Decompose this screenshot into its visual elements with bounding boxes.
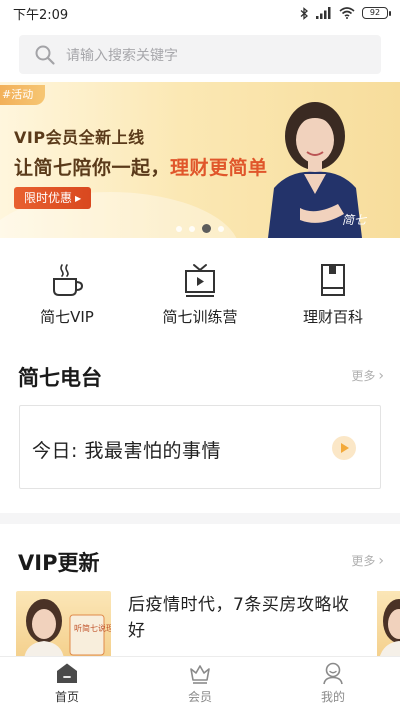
banner-tag: #活动 [0,85,46,105]
battery-icon: 92 [362,7,391,19]
carousel-indicator[interactable] [176,224,224,233]
coffee-cup-icon [53,264,84,296]
vip-article-thumbnail-next[interactable] [377,591,400,659]
category-label: 简七训练营 [162,308,238,326]
limited-offer-label: 限时优惠 [24,191,73,205]
radio-episode-card[interactable]: 今日: 我最害怕的事情 [19,405,381,489]
section-divider [0,513,400,524]
radio-more-link[interactable]: 更多 › [351,367,384,384]
category-label: 简七VIP [40,308,94,326]
crown-icon [190,665,210,684]
book-icon [321,264,345,296]
host-portrait-image: 简七 [268,102,368,238]
nav-home[interactable]: 首页 [27,661,107,705]
signal-icon [316,7,331,19]
banner-headline: VIP会员全新上线 [14,128,145,147]
more-label: 更多 [351,369,376,383]
category-vip[interactable]: 简七VIP [7,262,127,327]
category-label: 理财百科 [302,308,363,326]
home-icon [57,663,77,683]
search-placeholder: 请输入搜索关键字 [66,47,178,64]
bluetooth-icon [300,6,308,20]
search-input[interactable]: 请输入搜索关键字 [19,35,381,74]
vip-article-thumbnail[interactable]: 听简七说理财 [16,591,111,659]
promo-banner[interactable]: #活动 VIP会员全新上线 让简七陪你一起，理财更简单 限时优惠 ▶ 简七 [0,82,400,238]
vip-article-title[interactable]: 后疫情时代，7条买房攻略收好 [128,592,358,644]
radio-section-title: 简七电台 [18,366,102,390]
nav-membership[interactable]: 会员 [160,661,240,705]
tv-play-icon [185,264,215,297]
banner-subheadline: 让简七陪你一起，理财更简单 [14,153,268,180]
profile-icon [323,662,343,685]
nav-label: 我的 [320,690,345,704]
nav-label: 会员 [187,690,212,704]
status-time: 下午2:09 [13,8,69,23]
status-bar: 下午2:09 92 [0,0,400,26]
chevron-right-icon: › [378,367,384,384]
banner-subheadline-prefix: 让简七陪你一起， [14,157,171,179]
thumbnail-caption: 听简七说理财 [74,623,111,633]
play-icon[interactable] [332,436,356,460]
status-icons: 92 [300,5,391,21]
wifi-icon [339,7,355,19]
signature: 简七 [342,213,368,227]
vip-section-title: VIP更新 [18,551,100,575]
host-thumbnail-image [379,599,400,659]
carousel-dot[interactable] [189,225,195,232]
limited-offer-button[interactable]: 限时优惠 ▶ [14,187,92,209]
chevron-right-icon: › [378,552,384,569]
category-training-camp[interactable]: 简七训练营 [140,262,260,327]
bottom-navigation: 首页 会员 我的 [0,656,400,711]
vip-more-link[interactable]: 更多 › [351,552,384,569]
category-finance-wiki[interactable]: 理财百科 [273,262,393,327]
search-icon [35,45,55,65]
triangle-right-icon: ▶ [75,194,82,203]
carousel-dot[interactable] [176,225,182,232]
nav-label: 首页 [54,690,79,704]
host-thumbnail-image: 听简七说理财 [24,599,111,659]
nav-profile[interactable]: 我的 [293,661,373,705]
radio-episode-title: 今日: 我最害怕的事情 [32,440,221,462]
carousel-dot[interactable] [218,225,224,232]
carousel-dot-active[interactable] [202,224,211,233]
banner-subheadline-highlight: 理财更简单 [170,157,268,179]
more-label: 更多 [351,554,376,568]
